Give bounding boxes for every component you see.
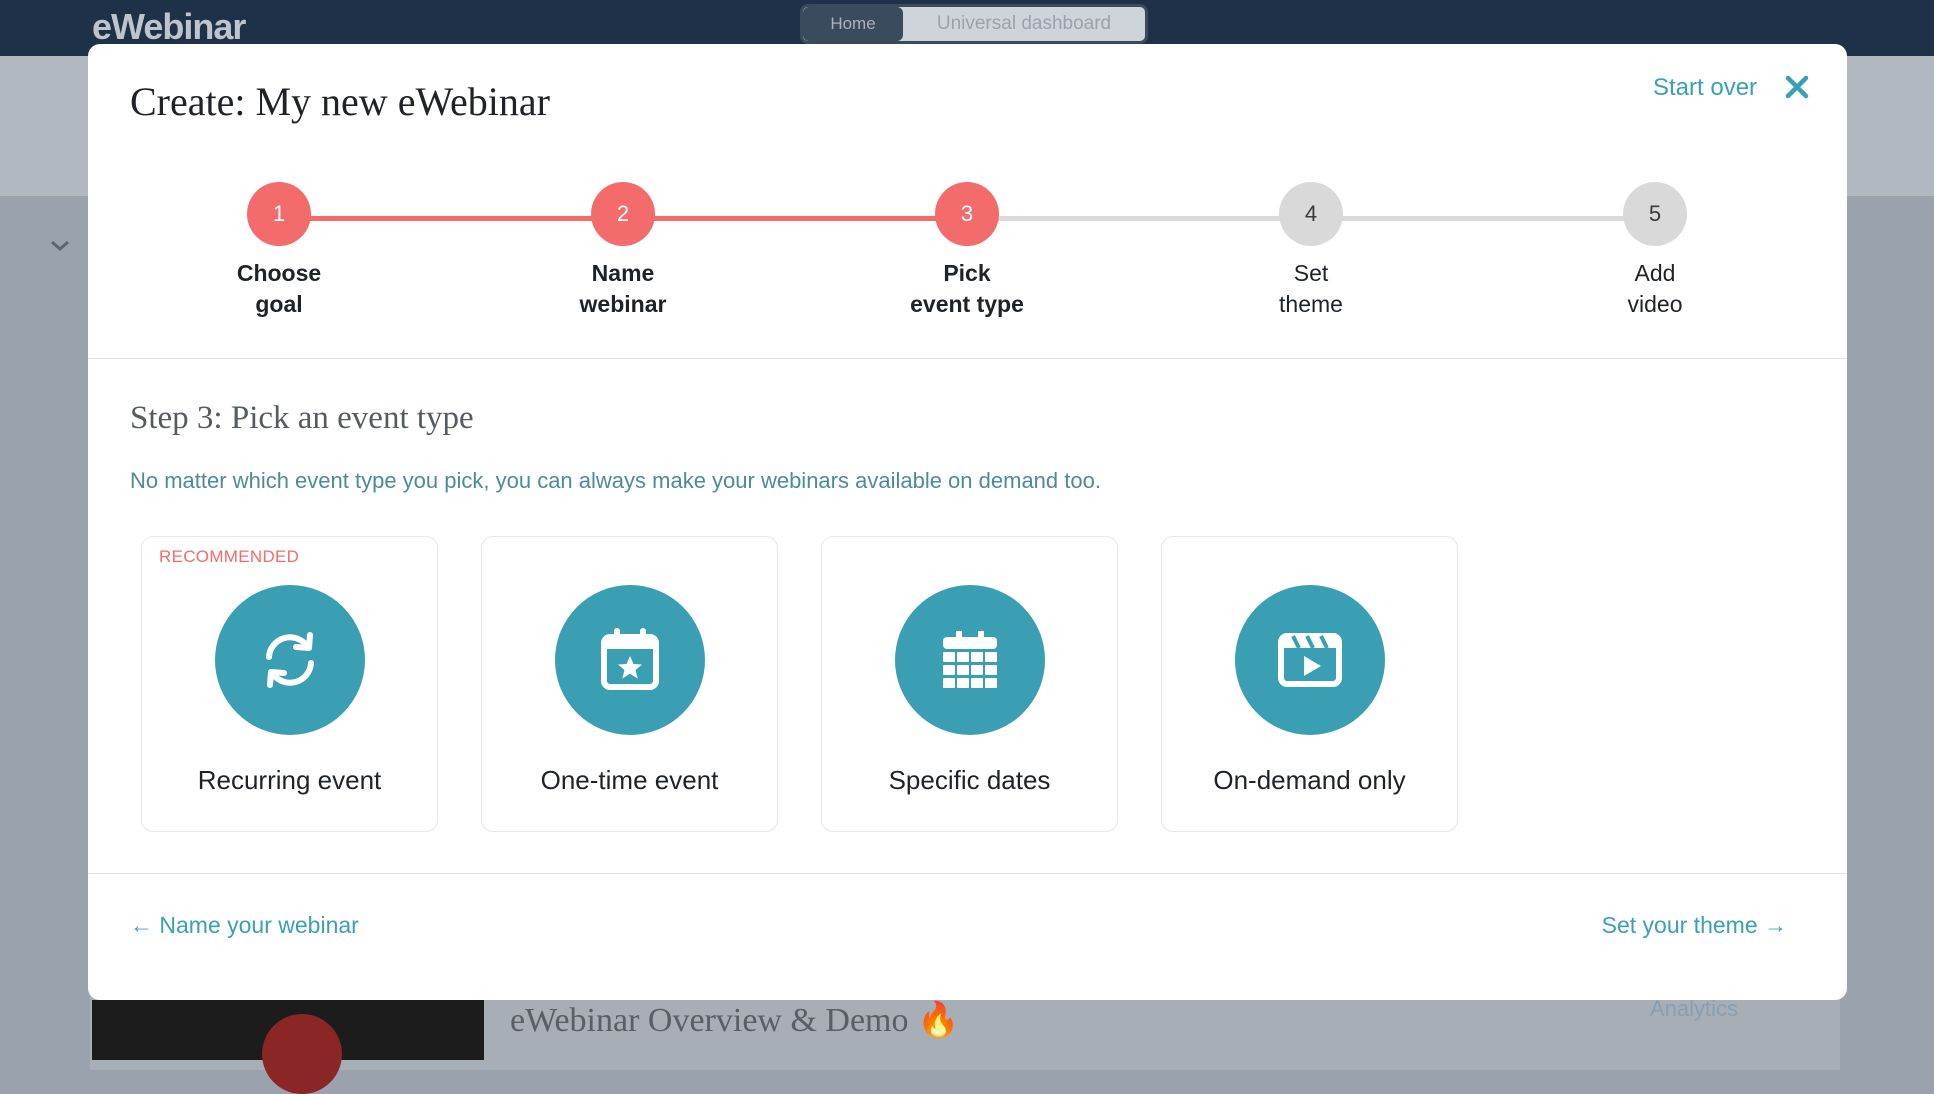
step-number: 2 bbox=[591, 182, 655, 246]
next-button[interactable]: Set your theme → bbox=[1602, 912, 1787, 939]
create-webinar-modal: Create: My new eWebinar Start over 1 Cho… bbox=[88, 44, 1847, 1000]
recommended-badge: RECOMMENDED bbox=[159, 547, 300, 566]
option-on-demand-only[interactable]: On-demand only bbox=[1161, 536, 1458, 832]
option-specific-dates[interactable]: Specific dates bbox=[821, 536, 1118, 832]
option-label: On-demand only bbox=[1213, 765, 1406, 795]
stop-sign-image bbox=[262, 1014, 342, 1094]
step-number: 1 bbox=[247, 182, 311, 246]
step-2[interactable]: 2 Name webinar bbox=[523, 182, 723, 320]
divider bbox=[88, 358, 1847, 359]
close-icon[interactable] bbox=[1780, 70, 1814, 104]
step-number: 3 bbox=[935, 182, 999, 246]
toggle-universal-dashboard: Universal dashboard bbox=[936, 13, 1112, 34]
option-one-time-event[interactable]: One-time event bbox=[481, 536, 778, 832]
option-label: Specific dates bbox=[888, 765, 1051, 795]
step-1[interactable]: 1 Choose goal bbox=[179, 182, 379, 320]
dashboard-toggle: Home Universal dashboard bbox=[800, 4, 1148, 44]
step-label: Name webinar bbox=[579, 260, 667, 317]
arrow-right-icon: → bbox=[1764, 912, 1787, 938]
step-label: Add video bbox=[1627, 260, 1683, 317]
start-over-link[interactable]: Start over bbox=[1653, 74, 1757, 102]
step-3[interactable]: 3 Pick event type bbox=[867, 182, 1067, 320]
back-label: Name your webinar bbox=[159, 912, 359, 938]
step-number: 4 bbox=[1279, 182, 1343, 246]
modal-title: Create: My new eWebinar bbox=[130, 79, 550, 124]
step-4: 4 Set theme bbox=[1211, 182, 1411, 320]
video-clapper-icon bbox=[1235, 585, 1385, 735]
step-heading: Step 3: Pick an event type bbox=[130, 400, 474, 436]
back-button[interactable]: ← Name your webinar bbox=[130, 912, 359, 939]
step-label: Pick event type bbox=[910, 260, 1024, 317]
app-logo: eWebinar bbox=[92, 6, 246, 47]
next-label: Set your theme bbox=[1601, 912, 1758, 938]
step-label: Choose goal bbox=[236, 260, 322, 317]
card-title-text: eWebinar Overview & Demo bbox=[510, 1002, 909, 1039]
progress-stepper: 1 Choose goal 2 Name webinar 3 Pick event t… bbox=[88, 182, 1847, 362]
step-label: Set theme bbox=[1279, 260, 1343, 317]
step-description: No matter which event type you pick, you… bbox=[130, 468, 1101, 493]
refresh-icon bbox=[215, 585, 365, 735]
step-5: 5 Add video bbox=[1555, 182, 1755, 320]
arrow-left-icon: ← bbox=[130, 912, 153, 938]
option-label: One-time event bbox=[540, 765, 719, 795]
calendar-star-icon bbox=[555, 585, 705, 735]
background-card-title: eWebinar Overview & Demo 🔥 bbox=[510, 1000, 959, 1040]
option-recurring-event[interactable]: RECOMMENDED Recurring event bbox=[141, 536, 438, 832]
toggle-home: Home bbox=[803, 7, 903, 41]
divider bbox=[88, 873, 1847, 874]
chevron-down-icon bbox=[48, 234, 72, 260]
calendar-grid-icon bbox=[895, 585, 1045, 735]
step-number: 5 bbox=[1623, 182, 1687, 246]
option-label: Recurring event bbox=[197, 765, 382, 795]
fire-emoji: 🔥 bbox=[917, 1002, 960, 1039]
